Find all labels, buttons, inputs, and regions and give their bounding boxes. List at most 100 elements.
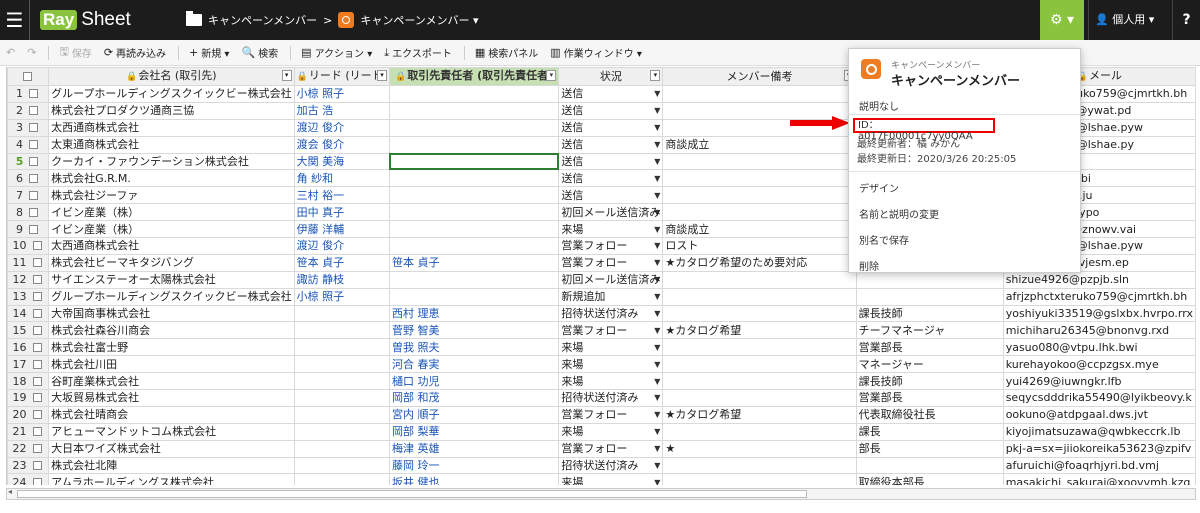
status-dropdown-icon[interactable]: ▼ xyxy=(654,424,660,439)
app-logo[interactable]: Ray Sheet xyxy=(40,8,131,32)
status-dropdown-icon[interactable]: ▼ xyxy=(654,86,660,101)
row-checkbox[interactable] xyxy=(32,309,42,319)
company-cell[interactable]: 大日本ワイズ株式会社 xyxy=(48,439,295,458)
note-cell[interactable] xyxy=(662,338,857,357)
column-header[interactable]: メンバー備考▾ xyxy=(662,67,857,86)
email-cell[interactable]: kiyojimatsuzawa@qwbkeccrk.lb xyxy=(1002,422,1196,441)
company-cell[interactable]: 太西通商株式会社 xyxy=(48,118,295,137)
title-cell[interactable]: 取締役本部長 xyxy=(855,473,1004,485)
title-cell[interactable] xyxy=(855,456,1004,475)
lead-cell[interactable]: 三村 裕一 xyxy=(293,186,390,205)
company-cell[interactable]: 株式会社富士野 xyxy=(48,338,295,357)
note-cell[interactable] xyxy=(662,422,857,441)
status-cell[interactable]: ▼ 送信 xyxy=(558,101,664,120)
row-checkbox[interactable] xyxy=(29,224,39,234)
row-header[interactable]: 11 xyxy=(7,253,50,272)
user-menu-button[interactable]: 👤 個人用 ▾ xyxy=(1088,0,1170,40)
export-button[interactable]: ⤓ エクスポート xyxy=(384,45,452,61)
note-cell[interactable] xyxy=(662,287,857,306)
lead-cell[interactable]: 諏訪 静枝 xyxy=(293,270,390,289)
status-dropdown-icon[interactable]: ▼ xyxy=(654,340,660,355)
contact-cell[interactable] xyxy=(388,85,560,103)
status-cell[interactable]: ▼ 来場 xyxy=(558,338,664,357)
email-cell[interactable]: shizue4926@pzpjb.sln xyxy=(1002,270,1196,289)
company-cell[interactable]: 株式会社プロダクツ通商三協 xyxy=(48,101,295,120)
row-header[interactable]: 10 xyxy=(7,237,50,255)
lead-cell[interactable]: 小椋 照子 xyxy=(293,85,390,103)
undo-button[interactable]: ↶ xyxy=(6,46,15,59)
lead-cell[interactable]: 伊藤 洋輔 xyxy=(293,220,390,239)
row-checkbox[interactable] xyxy=(32,359,42,369)
row-header[interactable]: 12 xyxy=(7,270,50,289)
note-cell[interactable]: ★カタログ希望 xyxy=(662,405,857,424)
row-header[interactable]: 20 xyxy=(7,405,50,424)
email-cell[interactable]: ookuno@atdpgaal.dws.jvt xyxy=(1002,405,1196,424)
title-cell[interactable]: 課長技師 xyxy=(855,304,1004,323)
row-checkbox[interactable] xyxy=(29,157,39,166)
title-cell[interactable]: マネージャー xyxy=(855,355,1004,374)
redo-button[interactable]: ↷ xyxy=(27,46,36,59)
table-row[interactable]: 20 株式会社晴商会 宮内 順子 ▼ 営業フォロー ★カタログ希望 代表取締役社長 ookun… xyxy=(7,405,1196,424)
status-cell[interactable]: ▼ 招待状送付済み xyxy=(558,456,664,475)
row-header[interactable]: 4 xyxy=(7,135,50,154)
status-dropdown-icon[interactable]: ▼ xyxy=(654,120,660,135)
row-checkbox[interactable] xyxy=(32,292,42,302)
row-header[interactable]: 9 xyxy=(7,220,50,239)
contact-cell[interactable]: 樋口 功児 xyxy=(388,372,560,391)
status-dropdown-icon[interactable]: ▼ xyxy=(654,188,660,203)
note-cell[interactable] xyxy=(662,389,857,407)
lead-cell[interactable] xyxy=(293,338,390,357)
contact-cell[interactable]: 宮内 順子 xyxy=(388,405,560,424)
lead-cell[interactable]: 田中 真子 xyxy=(293,203,390,222)
company-cell[interactable]: 谷町産業株式会社 xyxy=(48,372,295,391)
contact-cell[interactable] xyxy=(388,237,560,255)
popup-menu-design[interactable]: デザイン xyxy=(859,180,899,195)
company-cell[interactable]: グループホールディングスクイックビー株式会社 xyxy=(48,85,295,103)
lead-cell[interactable]: 大関 美海 xyxy=(293,152,390,171)
note-cell[interactable] xyxy=(662,473,857,485)
status-dropdown-icon[interactable]: ▼ xyxy=(654,475,660,485)
contact-cell[interactable] xyxy=(388,287,560,306)
row-header[interactable]: 3 xyxy=(7,118,50,137)
email-cell[interactable]: michiharu26345@bnonvg.rxd xyxy=(1002,321,1196,340)
note-cell[interactable] xyxy=(662,372,857,391)
note-cell[interactable] xyxy=(662,152,857,171)
contact-cell[interactable]: 曽我 照夫 xyxy=(388,338,560,357)
company-cell[interactable]: 太東通商株式会社 xyxy=(48,135,295,154)
lead-cell[interactable]: 渡会 俊介 xyxy=(293,135,390,154)
contact-cell[interactable] xyxy=(388,270,560,289)
note-cell[interactable] xyxy=(662,355,857,374)
row-header[interactable]: 16 xyxy=(7,338,50,357)
company-cell[interactable]: アムラホールディングス株式会社 xyxy=(48,473,295,485)
row-header[interactable]: 24 xyxy=(7,473,50,485)
row-checkbox[interactable] xyxy=(32,461,42,471)
title-cell[interactable]: 課長技師 xyxy=(855,372,1004,391)
lead-cell[interactable] xyxy=(293,456,390,475)
lead-cell[interactable] xyxy=(293,355,390,374)
title-cell[interactable] xyxy=(855,287,1004,306)
note-cell[interactable]: ロスト xyxy=(662,237,857,255)
scroll-left-icon[interactable]: ◂ xyxy=(8,487,12,496)
lead-cell[interactable]: 角 紗和 xyxy=(293,169,390,188)
email-cell[interactable]: yui4269@iuwngkr.lfb xyxy=(1002,372,1196,391)
filter-dropdown-icon[interactable]: ▾ xyxy=(650,70,661,81)
header-corner[interactable] xyxy=(7,67,50,86)
lead-cell[interactable] xyxy=(293,304,390,323)
horizontal-scrollbar[interactable]: ◂ xyxy=(6,487,1196,500)
email-cell[interactable]: seqycsdddrika55490@lyikbeovy.k xyxy=(1002,389,1196,407)
contact-cell[interactable] xyxy=(388,186,560,205)
row-checkbox[interactable] xyxy=(32,258,42,268)
row-checkbox[interactable] xyxy=(29,140,39,150)
row-checkbox[interactable] xyxy=(32,393,42,403)
note-cell[interactable]: ★ xyxy=(662,439,857,458)
company-cell[interactable]: アヒューマンドットコム株式会社 xyxy=(48,422,295,441)
note-cell[interactable] xyxy=(662,169,857,188)
row-header[interactable]: 5 xyxy=(7,152,50,171)
status-dropdown-icon[interactable]: ▼ xyxy=(654,374,660,389)
contact-cell[interactable]: 梅津 英雄 xyxy=(388,439,560,458)
contact-cell[interactable] xyxy=(388,118,560,137)
contact-cell[interactable] xyxy=(388,203,560,222)
row-checkbox[interactable] xyxy=(32,241,42,251)
table-row[interactable]: 15 株式会社森谷川商会 菅野 智美 ▼ 営業フォロー ★カタログ希望 チーフマネージャ mi… xyxy=(7,321,1196,340)
row-checkbox[interactable] xyxy=(32,444,42,454)
